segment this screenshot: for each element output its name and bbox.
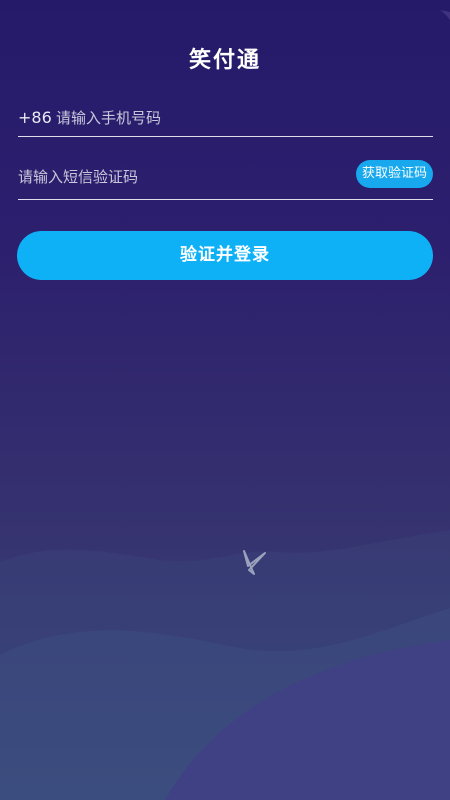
phone-input[interactable] (56, 102, 416, 134)
verify-login-button[interactable]: 验证并登录 (17, 231, 433, 280)
sms-code-input[interactable] (18, 157, 338, 197)
country-code: +86 (18, 108, 52, 127)
sms-code-field: 获取验证码 (18, 157, 433, 200)
page-title: 笑付通 (188, 48, 261, 73)
phone-field: +86 (18, 102, 433, 137)
paper-plane-icon (243, 550, 266, 575)
get-code-button[interactable]: 获取验证码 (355, 160, 433, 188)
